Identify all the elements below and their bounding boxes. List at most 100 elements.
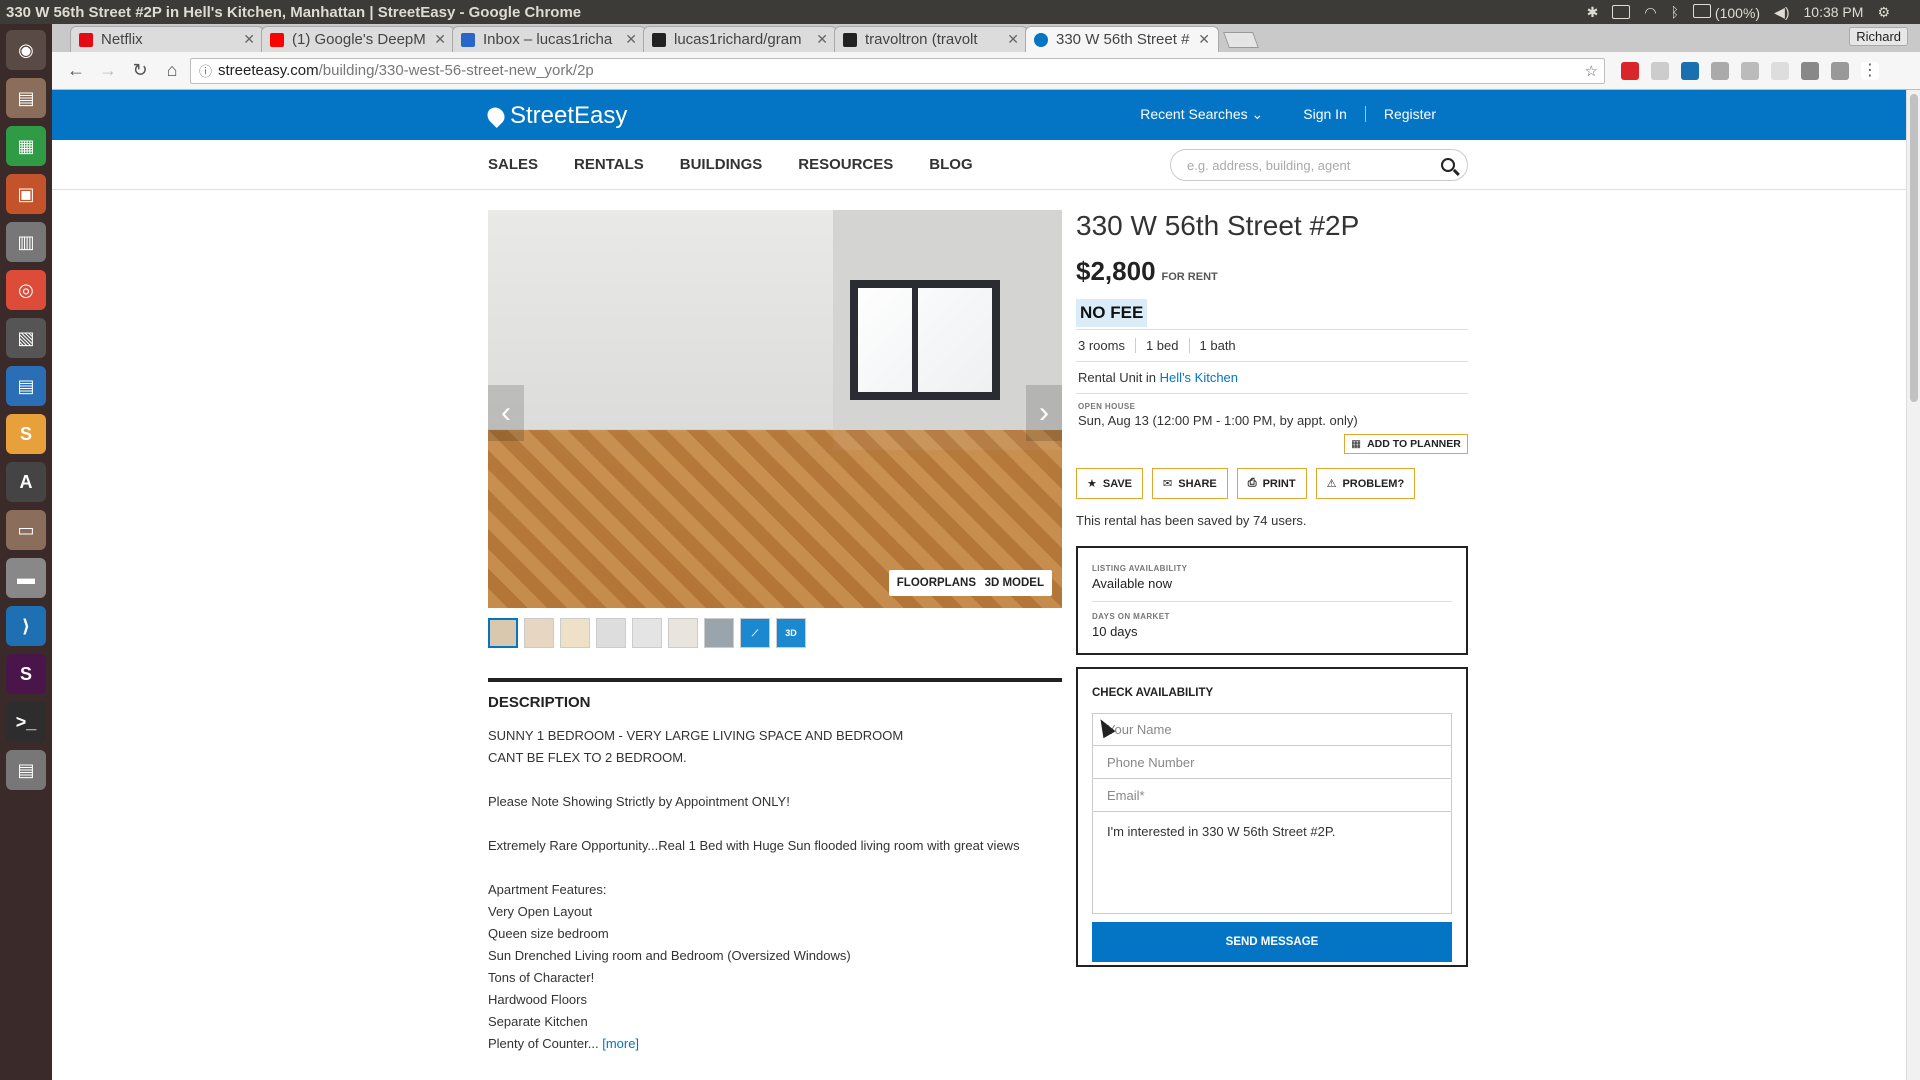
saved-count-text: This rental has been saved by 74 users. xyxy=(1076,513,1307,528)
close-icon[interactable]: ✕ xyxy=(243,31,255,48)
site-search-input[interactable]: e.g. address, building, agent xyxy=(1170,149,1468,181)
share-button[interactable]: ✉ SHARE xyxy=(1152,468,1228,499)
address-bar[interactable]: ⓘ streeteasy.com/building/330-west-56-st… xyxy=(190,57,1605,84)
message-textarea[interactable]: I'm interested in 330 W 56th Street #2P. xyxy=(1092,812,1452,914)
writer-icon[interactable]: ▤ xyxy=(6,366,46,406)
print-button[interactable]: ⎙ PRINT xyxy=(1236,468,1307,499)
workspace-icon[interactable]: ▧ xyxy=(6,318,46,358)
tab-github-gram[interactable]: lucas1richard/gram ✕ xyxy=(643,26,837,52)
nav-resources[interactable]: RESOURCES xyxy=(798,156,893,173)
forward-arrow-icon[interactable]: → xyxy=(94,57,122,85)
save-button[interactable]: ★ SAVE xyxy=(1076,468,1144,499)
close-icon[interactable]: ✕ xyxy=(1198,31,1210,48)
archive-icon[interactable]: ▥ xyxy=(6,222,46,262)
files-icon[interactable]: ▤ xyxy=(6,78,46,118)
extension-icon[interactable] xyxy=(1681,61,1699,80)
floorplan-thumbnail[interactable]: ⟋ xyxy=(740,618,770,648)
nav-blog[interactable]: BLOG xyxy=(929,156,972,173)
extension-icon[interactable] xyxy=(1831,61,1849,80)
close-icon[interactable]: ✕ xyxy=(625,31,637,48)
tab-streeteasy[interactable]: 330 W 56th Street # ✕ xyxy=(1025,26,1219,52)
file-manager-icon[interactable]: ▭ xyxy=(6,510,46,550)
floorplans-button[interactable]: FLOORPLANS xyxy=(888,570,984,596)
thumbnail[interactable] xyxy=(560,618,590,648)
extension-icon[interactable] xyxy=(1651,61,1669,80)
new-tab-button[interactable] xyxy=(1223,32,1259,48)
price-row: $2,800 FOR RENT xyxy=(1076,256,1468,287)
chrome-icon[interactable]: ◎ xyxy=(6,270,46,310)
email-field[interactable]: Email* xyxy=(1092,779,1452,812)
battery-indicator[interactable]: (100%) xyxy=(1693,3,1760,21)
extension-icon[interactable] xyxy=(1801,61,1819,80)
thumbnail[interactable] xyxy=(704,618,734,648)
neighborhood-link[interactable]: Hell's Kitchen xyxy=(1160,370,1238,385)
menu-icon[interactable]: ⋮ xyxy=(1861,61,1879,80)
close-icon[interactable]: ✕ xyxy=(434,31,446,48)
register-link[interactable]: Register xyxy=(1384,106,1436,123)
send-message-button[interactable]: SEND MESSAGE xyxy=(1092,922,1452,962)
thumbnail[interactable] xyxy=(524,618,554,648)
tab-inbox[interactable]: Inbox – lucas1richa ✕ xyxy=(452,26,646,52)
settings-icon[interactable]: ✱ xyxy=(1587,4,1599,21)
reload-icon[interactable]: ↻ xyxy=(126,57,154,85)
printer-icon[interactable]: ▤ xyxy=(6,750,46,790)
extension-icon[interactable] xyxy=(1621,61,1639,80)
nav-buildings[interactable]: BUILDINGS xyxy=(680,156,763,173)
sign-in-link[interactable]: Sign In xyxy=(1303,106,1347,123)
bookmark-star-icon[interactable]: ☆ xyxy=(1585,62,1598,80)
info-icon[interactable]: ⓘ xyxy=(199,61,212,80)
presentation-icon[interactable]: ▣ xyxy=(6,174,46,214)
software-center-icon[interactable]: A xyxy=(6,462,46,502)
thumbnail[interactable] xyxy=(596,618,626,648)
scrollbar-thumb[interactable] xyxy=(1910,94,1918,402)
add-to-planner-button[interactable]: ▦ ADD TO PLANNER xyxy=(1344,434,1468,454)
terminal-icon[interactable]: >_ xyxy=(6,702,46,742)
3d-thumbnail[interactable]: 3D xyxy=(776,618,806,648)
home-icon[interactable]: ⌂ xyxy=(158,57,186,85)
keyboard-icon[interactable] xyxy=(1612,5,1631,19)
thumbnail[interactable] xyxy=(488,618,518,648)
dash-icon[interactable]: ◉ xyxy=(6,30,46,70)
listing-photo[interactable]: ‹ › FLOORPLANS 3D MODEL xyxy=(488,210,1062,608)
settings-gear-icon[interactable]: ⚙ xyxy=(1877,4,1890,21)
name-field[interactable]: Your Name xyxy=(1092,713,1452,746)
phone-field[interactable]: Phone Number xyxy=(1092,746,1452,779)
volume-icon[interactable]: ◀) xyxy=(1774,4,1789,21)
streeteasy-logo[interactable]: StreetEasy xyxy=(483,102,627,130)
nav-sales[interactable]: SALES xyxy=(488,156,538,173)
extension-icon[interactable] xyxy=(1771,61,1789,80)
vscode-icon[interactable]: ⟩ xyxy=(6,606,46,646)
wifi-icon[interactable]: ◠ xyxy=(1644,4,1656,21)
thumbnail[interactable] xyxy=(632,618,662,648)
bluetooth-icon[interactable]: ᛒ xyxy=(1671,4,1679,20)
problem-button[interactable]: ⚠ PROBLEM? xyxy=(1315,468,1416,499)
thumbnail[interactable] xyxy=(668,618,698,648)
tab-github-travoltron[interactable]: travoltron (travolt ✕ xyxy=(834,26,1028,52)
extension-icon[interactable] xyxy=(1741,61,1759,80)
close-icon[interactable]: ✕ xyxy=(1007,31,1019,48)
extension-icon[interactable] xyxy=(1711,61,1729,80)
3d-model-button[interactable]: 3D MODEL xyxy=(976,570,1052,596)
tab-netflix[interactable]: Netflix ✕ xyxy=(70,26,264,52)
clock[interactable]: 10:38 PM xyxy=(1804,4,1864,20)
share-label: SHARE xyxy=(1178,477,1217,490)
problem-label: PROBLEM? xyxy=(1342,477,1405,490)
slack-icon[interactable]: S xyxy=(6,654,46,694)
close-icon[interactable]: ✕ xyxy=(816,31,828,48)
recent-searches-dropdown[interactable]: Recent Searches ⌄ xyxy=(1140,106,1263,123)
page-scrollbar[interactable] xyxy=(1906,90,1920,1080)
sublime-icon[interactable]: S xyxy=(6,414,46,454)
back-arrow-icon[interactable]: ← xyxy=(62,57,90,85)
more-link[interactable]: [more] xyxy=(602,1036,639,1051)
nav-rentals[interactable]: RENTALS xyxy=(574,156,644,173)
availability-box: LISTING AVAILABILITY Available now DAYS … xyxy=(1076,546,1468,655)
beds: 1 bed xyxy=(1134,338,1189,353)
drive-icon[interactable]: ▬ xyxy=(6,558,46,598)
github-favicon-icon xyxy=(843,32,857,47)
search-icon[interactable] xyxy=(1441,158,1455,172)
next-photo-arrow-icon[interactable]: › xyxy=(1026,385,1062,441)
tab-youtube[interactable]: (1) Google's DeepM ✕ xyxy=(261,26,455,52)
prev-photo-arrow-icon[interactable]: ‹ xyxy=(488,385,524,441)
profile-button[interactable]: Richard xyxy=(1849,27,1908,46)
spreadsheet-icon[interactable]: ▦ xyxy=(6,126,46,166)
